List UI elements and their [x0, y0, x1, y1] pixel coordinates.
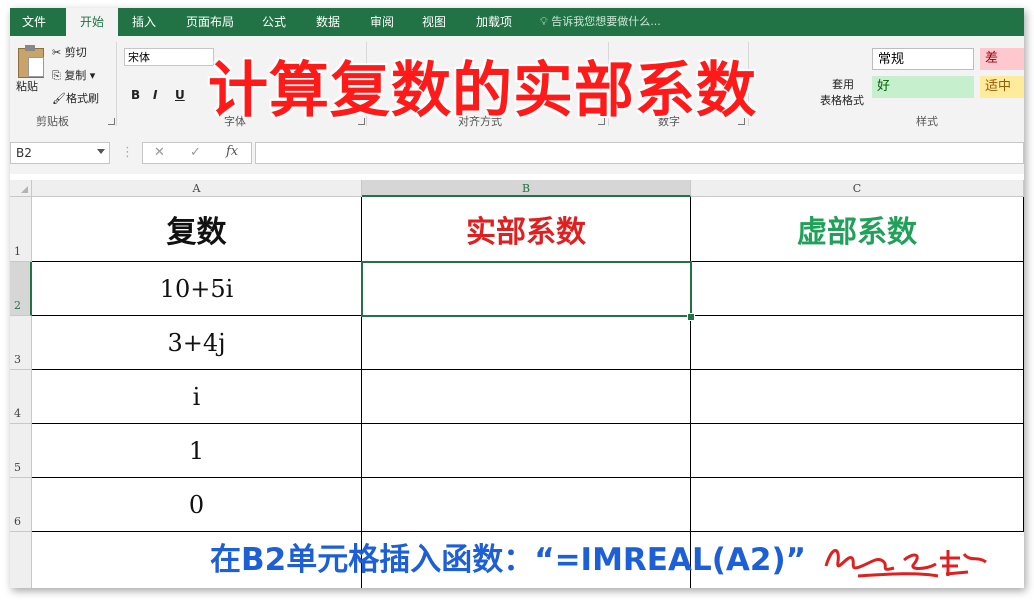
- cancel-icon[interactable]: ✕: [154, 145, 165, 160]
- lightbulb-icon: 💡︎: [540, 15, 548, 28]
- cell-a1[interactable]: 复数: [32, 197, 362, 262]
- insert-function-icon[interactable]: fx: [226, 144, 238, 159]
- format-painter-button[interactable]: 🖌︎格式刷: [52, 90, 99, 106]
- row-header-1[interactable]: 1: [10, 197, 32, 262]
- cell-c2[interactable]: [691, 262, 1024, 316]
- cell-c3[interactable]: [691, 316, 1024, 370]
- format-as-table-label-2[interactable]: 表格格式: [820, 92, 864, 108]
- cell-a6[interactable]: 0: [32, 478, 362, 532]
- copy-icon: ⎘: [52, 69, 61, 82]
- clipboard-dialog-launcher[interactable]: [108, 118, 115, 125]
- tab-page-layout[interactable]: 页面布局: [176, 8, 244, 36]
- brush-icon: 🖌︎: [52, 92, 66, 105]
- row-header-3[interactable]: 3: [10, 316, 32, 370]
- row-header-4[interactable]: 4: [10, 370, 32, 424]
- cell-b3[interactable]: [362, 316, 691, 370]
- column-header-a[interactable]: A: [32, 180, 362, 197]
- row-header-2[interactable]: 2: [10, 262, 32, 316]
- cell-b6[interactable]: [362, 478, 691, 532]
- cell-a4[interactable]: i: [32, 370, 362, 424]
- tab-home[interactable]: 开始: [66, 8, 118, 36]
- font-name-box[interactable]: 宋体: [124, 48, 214, 66]
- tab-data[interactable]: 数据: [304, 8, 352, 36]
- clipboard-group-label: 剪贴板: [36, 115, 69, 128]
- tab-insert[interactable]: 插入: [122, 8, 166, 36]
- clipboard-icon[interactable]: [18, 45, 44, 78]
- formula-input[interactable]: [255, 142, 1024, 164]
- cell-c6[interactable]: [691, 478, 1024, 532]
- style-normal[interactable]: 常规: [872, 48, 974, 70]
- paste-button[interactable]: 粘贴: [16, 78, 38, 94]
- column-header-c[interactable]: C: [691, 180, 1024, 197]
- copy-button[interactable]: ⎘ 复制 ▾: [52, 67, 95, 83]
- enter-icon[interactable]: ✓: [190, 145, 201, 160]
- cell-b5[interactable]: [362, 424, 691, 478]
- underline-button[interactable]: U: [175, 88, 185, 102]
- row-header-5[interactable]: 5: [10, 424, 32, 478]
- cell-c1[interactable]: 虚部系数: [691, 197, 1024, 262]
- tab-file[interactable]: 文件: [10, 8, 58, 36]
- format-as-table-label[interactable]: 套用: [832, 76, 854, 92]
- cell-a3[interactable]: 3+4j: [32, 316, 362, 370]
- cell-c4[interactable]: [691, 370, 1024, 424]
- row-header-6[interactable]: 6: [10, 478, 32, 532]
- chevron-down-icon[interactable]: [97, 149, 105, 154]
- row-header-7: [10, 532, 32, 588]
- style-neutral[interactable]: 适中: [980, 76, 1024, 98]
- selection-border: [361, 261, 692, 317]
- styles-group-label: 样式: [916, 115, 938, 128]
- name-box[interactable]: B2: [10, 142, 110, 164]
- tab-formulas[interactable]: 公式: [252, 8, 296, 36]
- formula-bar: B2 ⋮ ✕ ✓ fx: [10, 132, 1024, 174]
- tab-view[interactable]: 视图: [412, 8, 456, 36]
- ribbon-tab-bar: 文件 开始 插入 页面布局 公式 数据 审阅 视图 加载项 💡︎ 告诉我您想要做…: [10, 8, 1024, 36]
- overlay-title: 计算复数的实部系数: [208, 56, 757, 126]
- style-good[interactable]: 好: [872, 76, 974, 98]
- signature-icon: [824, 549, 987, 578]
- tab-review[interactable]: 审阅: [360, 8, 404, 36]
- scissors-icon: ✂: [52, 46, 62, 59]
- fill-handle[interactable]: [687, 313, 695, 321]
- tab-addins[interactable]: 加载项: [466, 8, 522, 36]
- cut-button[interactable]: ✂ 剪切: [52, 44, 87, 60]
- cell-a2[interactable]: 10+5i: [32, 262, 362, 316]
- select-all-corner[interactable]: [10, 180, 32, 197]
- cell-b4[interactable]: [362, 370, 691, 424]
- more-icon: ⋮: [121, 145, 134, 160]
- worksheet-grid: A B C 1 2 3 4 5 6 复数 实部系数 虚部系数 10+5i 3+4…: [10, 180, 1024, 588]
- bold-button[interactable]: B: [131, 88, 140, 102]
- excel-window: 文件 开始 插入 页面布局 公式 数据 审阅 视图 加载项 💡︎ 告诉我您想要做…: [10, 8, 1024, 588]
- cell-c5[interactable]: [691, 424, 1024, 478]
- italic-button[interactable]: I: [153, 88, 157, 102]
- tell-me-box[interactable]: 💡︎ 告诉我您想要做什么...: [540, 8, 661, 36]
- cell-b1[interactable]: 实部系数: [362, 197, 691, 262]
- group-separator: [116, 42, 117, 126]
- cell-a5[interactable]: 1: [32, 424, 362, 478]
- style-bad[interactable]: 差: [980, 48, 1024, 70]
- column-header-b[interactable]: B: [362, 180, 691, 197]
- instruction-caption: 在B2单元格插入函数：“=IMREAL(A2)”: [210, 542, 806, 578]
